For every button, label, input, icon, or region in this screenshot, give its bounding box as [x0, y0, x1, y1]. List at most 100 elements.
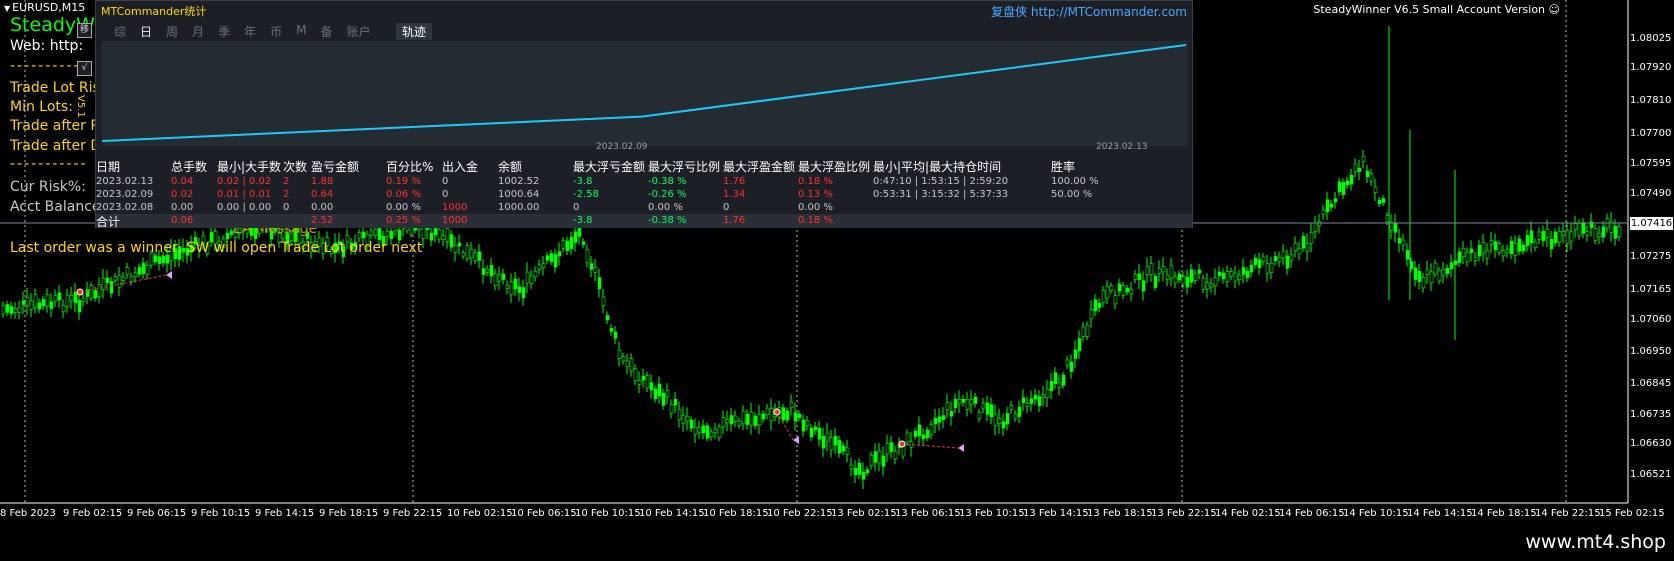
check-button[interactable]: √ — [77, 61, 92, 76]
col-header-minmax: 最小|大手数 — [217, 160, 282, 174]
candle-body — [961, 398, 966, 403]
candle-body — [25, 297, 30, 306]
candle-body — [1429, 271, 1434, 284]
col-header-maxddpct: 最大浮亏比例 — [648, 160, 721, 174]
candle-body — [225, 233, 230, 240]
candle-body — [561, 240, 566, 249]
ea-divider: ----------- — [10, 58, 88, 74]
candle-body — [1229, 271, 1234, 277]
tab-7[interactable]: M — [293, 23, 309, 40]
candle-body — [73, 291, 78, 304]
move-button[interactable]: 移 — [77, 23, 92, 38]
candle-body — [793, 412, 798, 421]
candle-body — [1525, 235, 1530, 246]
candle-body — [833, 436, 838, 446]
candle-body — [837, 440, 842, 454]
tab-9[interactable]: 账户 — [343, 23, 373, 40]
candle-body — [653, 388, 658, 400]
candle-body — [1009, 405, 1014, 410]
candle-body — [1257, 259, 1262, 269]
col-header-win: 胜率 — [1051, 160, 1076, 174]
tab-0[interactable]: 综 — [111, 23, 129, 40]
cell-maxfp: 1.76 — [723, 176, 746, 187]
candle-body — [117, 275, 122, 288]
candle-body — [1509, 240, 1514, 255]
candle-body — [437, 229, 442, 240]
equity-plot — [101, 41, 1188, 146]
time-label: 10 Feb 02:15 — [447, 508, 513, 519]
trade-exit-marker[interactable] — [958, 444, 964, 452]
tab-4[interactable]: 季 — [215, 23, 233, 40]
candle-body — [1209, 283, 1214, 288]
candle-body — [509, 281, 514, 295]
panel-link[interactable]: 复盘侠 http://MTCommander.com — [991, 3, 1187, 20]
candle-body — [1193, 273, 1198, 281]
candle-body — [1001, 421, 1006, 429]
trade-entry-marker[interactable] — [773, 408, 781, 416]
total-pct: 0.25 % — [386, 215, 421, 226]
trade-entry-marker[interactable] — [76, 288, 84, 296]
time-label: 10 Feb 14:15 — [639, 508, 705, 519]
candle-body — [65, 294, 70, 307]
candle-body — [745, 414, 750, 425]
cell-io: 1000 — [442, 202, 468, 213]
candle-body — [1365, 170, 1370, 178]
candle-body — [489, 264, 494, 277]
candle-body — [477, 251, 482, 261]
candle-body — [1413, 267, 1418, 280]
cell-maxdd: -3.8 — [573, 176, 593, 187]
total-maxfp: 1.76 — [723, 215, 746, 226]
candle-body — [1101, 290, 1106, 303]
candle-body — [145, 265, 150, 276]
trade-entry-marker[interactable] — [898, 440, 906, 448]
candle-body — [1149, 263, 1154, 275]
trade-exit-marker[interactable] — [793, 436, 799, 444]
candle-body — [1449, 262, 1454, 270]
candle-body — [1529, 230, 1534, 244]
candle-body — [533, 270, 538, 278]
tab-track[interactable]: 轨迹 — [396, 23, 433, 40]
equity-date-end: 2023.02.13 — [1096, 142, 1148, 152]
candle-body — [141, 262, 146, 274]
candle-body — [1233, 272, 1238, 282]
candle-body — [1129, 288, 1134, 295]
candle-body — [1545, 228, 1550, 238]
candle-body — [549, 253, 554, 262]
candle-body — [1317, 221, 1322, 226]
tab-8[interactable]: 备 — [317, 23, 335, 40]
candle-body — [1165, 274, 1170, 280]
cell-maxdd: 0 — [573, 202, 580, 213]
total-io: 1000 — [442, 215, 468, 226]
tab-5[interactable]: 年 — [241, 23, 259, 40]
candle-body — [709, 431, 714, 438]
candle-body — [1137, 273, 1142, 280]
candle-body — [1181, 276, 1186, 285]
tab-1[interactable]: 日 — [137, 23, 155, 40]
candle-body — [1281, 250, 1286, 259]
candle-body — [761, 413, 766, 420]
candle-body — [789, 401, 794, 409]
candle-body — [1481, 242, 1486, 254]
candle-body — [1033, 394, 1038, 400]
col-header-count: 次数 — [283, 160, 308, 174]
candle-body — [565, 240, 570, 251]
cell-io: 0 — [442, 176, 449, 187]
candle-body — [389, 230, 394, 239]
candle-body — [581, 241, 586, 246]
menu-triangle-icon[interactable]: ▼ — [4, 4, 10, 13]
candle-body — [1189, 269, 1194, 283]
candle-body — [873, 451, 878, 463]
time-label: 10 Feb 18:15 — [703, 508, 769, 519]
cell-pnl: 1.88 — [311, 176, 334, 187]
cell-minmax: 0.01 | 0.01 — [217, 189, 272, 200]
candle-body — [657, 383, 662, 397]
candle-body — [1381, 198, 1386, 203]
candle-body — [1205, 282, 1210, 290]
tab-3[interactable]: 月 — [189, 23, 207, 40]
candle-body — [1097, 302, 1102, 308]
candle-body — [53, 295, 58, 302]
tab-6[interactable]: 币 — [267, 23, 285, 40]
col-header-date: 日期 — [96, 160, 121, 174]
tab-2[interactable]: 周 — [163, 23, 181, 40]
stats-panel[interactable]: 移 √ MTCommander统计 复盘侠 http://MTCommander… — [77, 0, 1193, 229]
